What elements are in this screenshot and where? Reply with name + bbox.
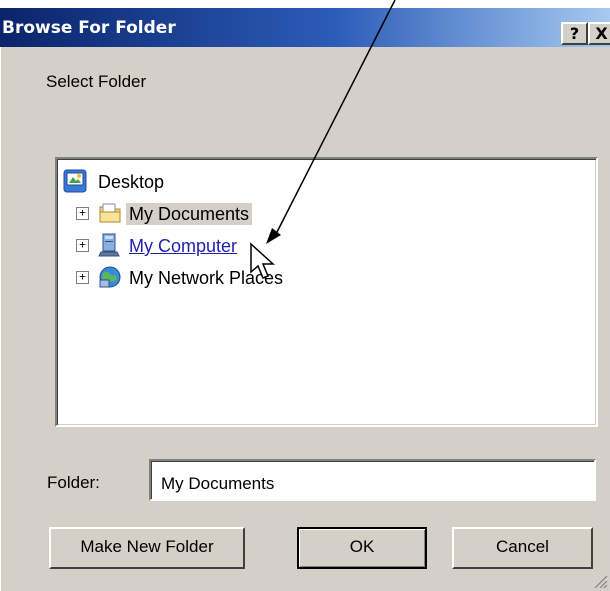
cancel-button[interactable]: Cancel bbox=[452, 527, 593, 569]
folder-icon bbox=[98, 201, 122, 225]
expand-icon[interactable]: + bbox=[76, 239, 89, 252]
mouse-cursor-icon bbox=[250, 242, 275, 279]
folder-field[interactable] bbox=[149, 459, 596, 501]
close-button[interactable]: X bbox=[588, 22, 610, 45]
instruction-text: Select Folder bbox=[46, 72, 147, 91]
dialog-title: Browse For Folder bbox=[2, 18, 176, 38]
tree-item-label: Desktop bbox=[98, 172, 165, 192]
resize-grip-icon[interactable] bbox=[590, 571, 608, 589]
computer-icon bbox=[98, 233, 122, 257]
make-new-folder-button[interactable]: Make New Folder bbox=[49, 527, 245, 569]
ok-button[interactable]: OK bbox=[297, 527, 427, 569]
expand-icon[interactable]: + bbox=[76, 207, 89, 220]
network-icon bbox=[98, 265, 122, 289]
folder-tree[interactable]: Desktop + My Documents + My Computer + M… bbox=[55, 157, 598, 427]
tree-item-label: My Computer bbox=[129, 236, 238, 256]
title-bar[interactable]: Browse For Folder ? X bbox=[0, 8, 610, 47]
expand-icon[interactable]: + bbox=[76, 271, 89, 284]
desktop-icon bbox=[63, 169, 87, 193]
help-button[interactable]: ? bbox=[561, 22, 588, 45]
tree-item-label: My Documents bbox=[126, 203, 253, 225]
folder-label: Folder: bbox=[47, 473, 100, 492]
